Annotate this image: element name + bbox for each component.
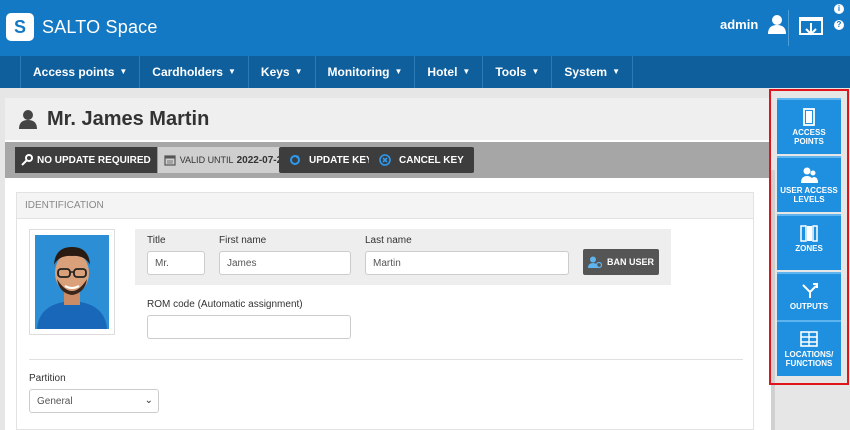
first-name-label: First name xyxy=(219,235,267,246)
chevron-down-icon: ▼ xyxy=(294,67,303,76)
info-icons: i ? xyxy=(834,4,846,36)
first-name-field[interactable]: James xyxy=(219,251,351,275)
user-name: admin xyxy=(720,16,759,32)
header-divider xyxy=(788,10,789,46)
main-nav: Access points ▼ Cardholders ▼ Keys ▼ Monito… xyxy=(0,56,850,88)
section-title: IDENTIFICATION xyxy=(17,193,753,219)
ban-user-label: BAN USER xyxy=(606,257,654,267)
ban-user-icon xyxy=(587,256,602,268)
info-icon[interactable]: i xyxy=(834,4,844,14)
nav-label: Cardholders xyxy=(152,65,223,79)
calendar-icon xyxy=(164,155,176,166)
identification-section: IDENTIFICATION Title Mr. First name Jame… xyxy=(16,192,754,430)
nav-monitoring[interactable]: Monitoring ▼ xyxy=(314,56,415,88)
update-key-button[interactable]: UPDATE KEY xyxy=(279,147,383,173)
logo[interactable]: S SALTO Space xyxy=(6,13,158,41)
cancel-key-button[interactable]: CANCEL KEY xyxy=(369,147,474,173)
nav-access-points[interactable]: Access points ▼ xyxy=(20,56,139,88)
key-status-badge: NO UPDATE REQUIRED xyxy=(15,147,157,173)
chevron-down-icon: ⌄ xyxy=(144,395,153,406)
nav-tools[interactable]: Tools ▼ xyxy=(482,56,551,88)
download-button[interactable] xyxy=(798,14,824,40)
cancel-key-label: CANCEL KEY xyxy=(399,154,464,166)
person-icon xyxy=(19,110,37,129)
rom-code-field[interactable] xyxy=(147,315,351,339)
nav-system[interactable]: System ▼ xyxy=(551,56,633,88)
nav-label: Tools xyxy=(495,65,527,79)
key-status-group: NO UPDATE REQUIRED VALID UNTIL 2022-07-2… xyxy=(15,147,323,173)
title-field[interactable]: Mr. xyxy=(147,251,205,275)
section-divider xyxy=(29,359,743,360)
help-icon[interactable]: ? xyxy=(834,20,844,30)
nav-label: System xyxy=(564,65,608,79)
sidebar-highlight-frame xyxy=(769,89,849,385)
nav-label: Monitoring xyxy=(327,65,390,79)
key-toolbar: NO UPDATE REQUIRED VALID UNTIL 2022-07-2… xyxy=(5,142,771,178)
key-status-text: NO UPDATE REQUIRED xyxy=(37,154,151,166)
nav-label: Hotel xyxy=(427,65,458,79)
photo-image xyxy=(35,235,109,329)
nav-hotel[interactable]: Hotel ▼ xyxy=(414,56,482,88)
partition-select[interactable]: General ⌄ xyxy=(29,389,159,413)
page-title: Mr. James Martin xyxy=(47,107,210,130)
top-bar: S SALTO Space admin i ? xyxy=(0,0,850,56)
nav-label: Keys xyxy=(260,65,290,79)
chevron-down-icon: ▼ xyxy=(531,67,540,76)
nav-cardholders[interactable]: Cardholders ▼ xyxy=(139,56,248,88)
chevron-down-icon: ▼ xyxy=(394,67,403,76)
partition-label: Partition xyxy=(29,373,66,384)
app-name: SALTO Space xyxy=(42,16,158,37)
chevron-down-icon: ▼ xyxy=(462,67,471,76)
logo-icon: S xyxy=(6,13,34,41)
nav-label: Access points xyxy=(33,65,115,79)
refresh-icon xyxy=(290,155,300,165)
rom-code-label: ROM code (Automatic assignment) xyxy=(147,299,303,310)
chevron-down-icon: ▼ xyxy=(612,67,620,76)
last-name-field[interactable]: Martin xyxy=(365,251,569,275)
download-icon xyxy=(799,17,823,36)
ban-user-button[interactable]: BAN USER xyxy=(583,249,659,275)
user-icon xyxy=(768,15,787,34)
cardholder-photo[interactable] xyxy=(29,229,115,335)
cancel-icon xyxy=(379,154,391,166)
valid-until-label: VALID UNTIL xyxy=(179,155,234,165)
title-label: Title xyxy=(147,235,166,246)
wrench-icon xyxy=(21,154,33,166)
update-key-label: UPDATE KEY xyxy=(309,154,373,166)
user-menu[interactable]: admin xyxy=(720,14,787,34)
nav-keys[interactable]: Keys ▼ xyxy=(247,56,315,88)
chevron-down-icon: ▼ xyxy=(227,67,236,76)
partition-value: General xyxy=(37,396,73,407)
page-header: Mr. James Martin xyxy=(5,98,771,140)
last-name-label: Last name xyxy=(365,235,412,246)
chevron-down-icon: ▼ xyxy=(119,67,128,76)
